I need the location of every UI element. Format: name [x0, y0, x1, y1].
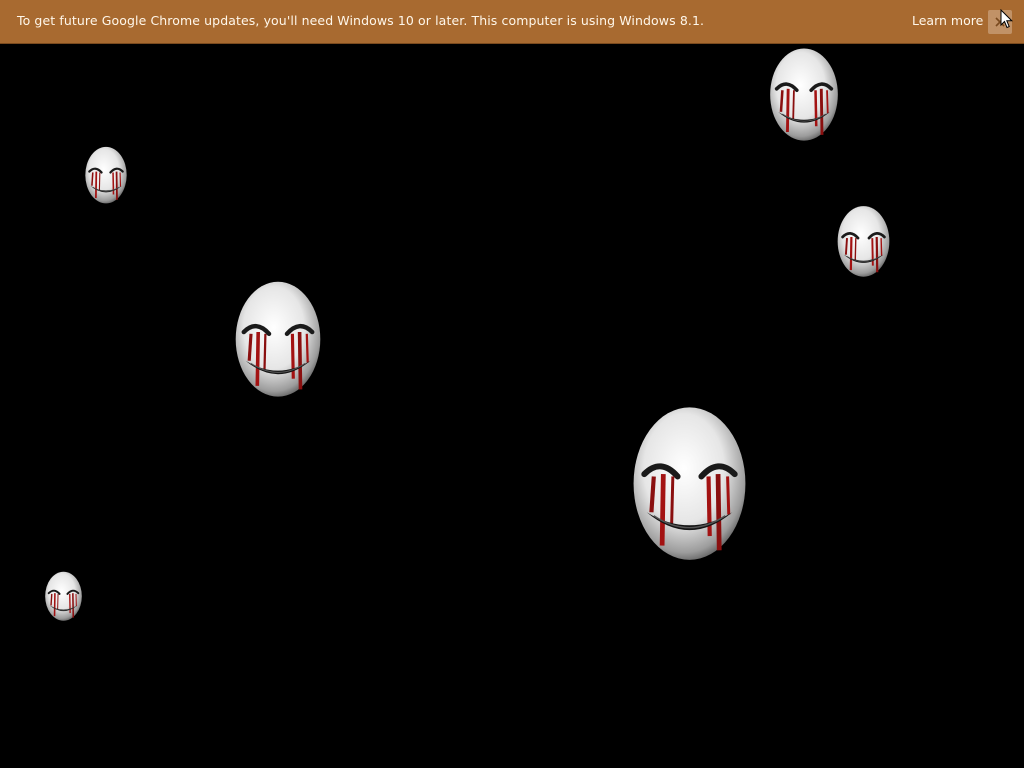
mask-image	[630, 405, 749, 567]
mask-image	[233, 280, 323, 402]
mask-image	[44, 571, 83, 623]
mouse-cursor-icon	[1000, 8, 1014, 33]
mask-image	[836, 205, 891, 280]
learn-more-link[interactable]: Learn more	[912, 13, 983, 28]
mask-image	[84, 146, 128, 206]
mask-image	[768, 47, 840, 145]
screensaver-stage	[0, 44, 1024, 768]
update-infobar: To get future Google Chrome updates, you…	[0, 0, 1024, 44]
infobar-message: To get future Google Chrome updates, you…	[17, 13, 705, 28]
